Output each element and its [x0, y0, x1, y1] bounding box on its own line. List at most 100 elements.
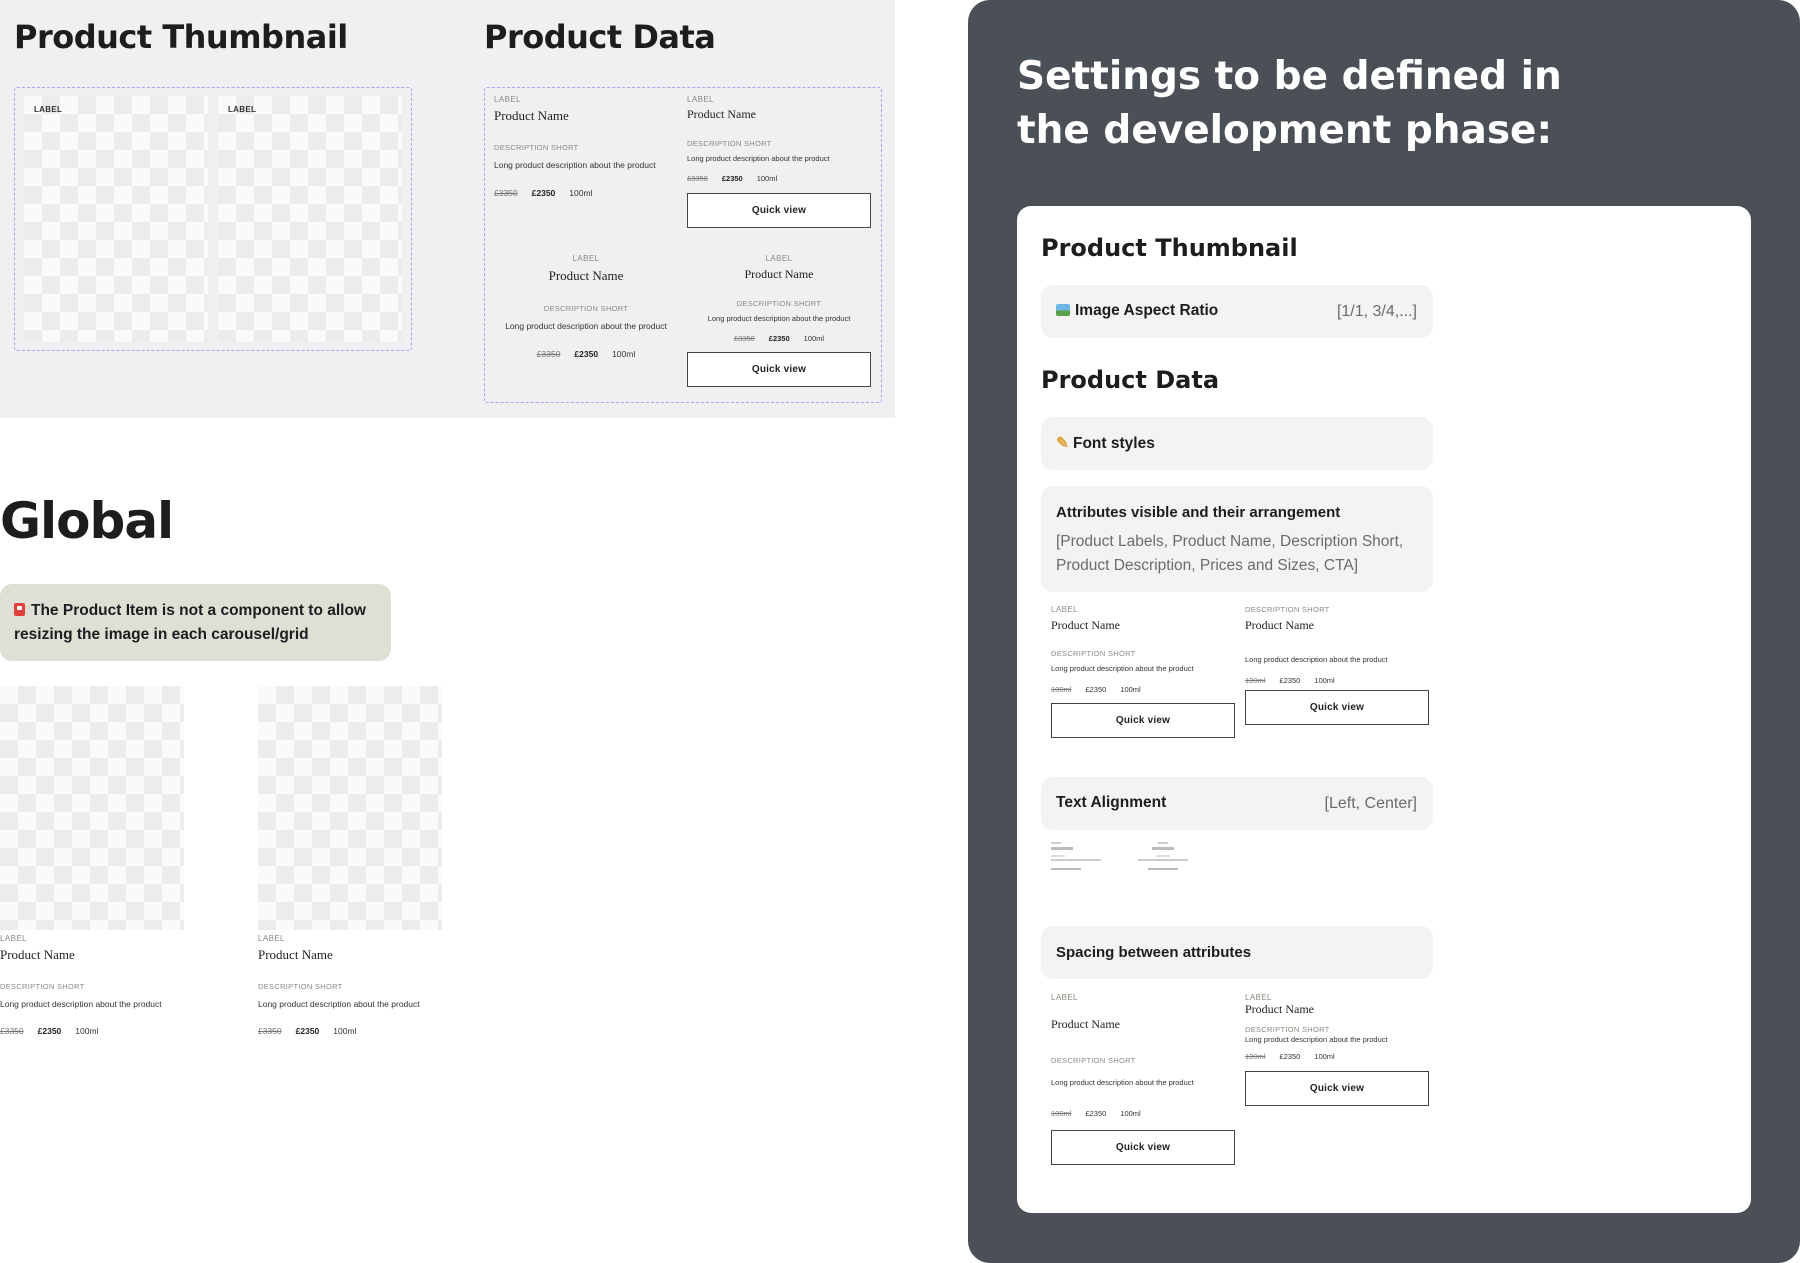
- quick-view-button[interactable]: Quick view: [1051, 703, 1235, 738]
- aspect-ratio-setting[interactable]: Image Aspect Ratio [1/1, 3/4,...]: [1041, 285, 1433, 338]
- settings-thumbnail-heading: Product Thumbnail: [1041, 234, 1298, 262]
- description-short: DESCRIPTION SHORT: [494, 143, 579, 152]
- size: 100ml: [803, 334, 825, 343]
- product-thumbnail-heading: Product Thumbnail: [14, 18, 348, 56]
- size: 100ml: [1314, 1052, 1335, 1061]
- thumbnail-image: LABEL: [218, 96, 402, 342]
- product-label: LABEL: [0, 934, 27, 943]
- old-price: £3350: [0, 1026, 24, 1036]
- product-card: DESCRIPTION SHORT Product Name Long prod…: [1245, 605, 1429, 685]
- price-row: 100ml £2350 100ml: [1245, 676, 1429, 685]
- new-price: £2350: [1085, 685, 1107, 694]
- spacing-setting[interactable]: Spacing between attributes: [1041, 926, 1433, 979]
- thumbnail-label: LABEL: [228, 105, 257, 114]
- aspect-ratio-value: [1/1, 3/4,...]: [1336, 303, 1417, 320]
- product-name: Product Name: [1245, 618, 1314, 632]
- new-price: £2350: [1279, 676, 1301, 685]
- new-price: £2350: [37, 1026, 62, 1036]
- alignment-preview-center: [1130, 842, 1196, 876]
- size: 100ml: [1120, 685, 1141, 694]
- product-data-heading: Product Data: [484, 18, 716, 56]
- thumbnail-label: LABEL: [34, 105, 63, 114]
- description-short: DESCRIPTION SHORT: [1051, 1056, 1136, 1065]
- price-row: £3350 £2350 100ml: [494, 188, 674, 198]
- size: 100ml: [756, 174, 778, 183]
- quick-view-button[interactable]: Quick view: [1051, 1130, 1235, 1165]
- price-row: 100ml £2350 100ml: [1051, 1109, 1235, 1118]
- new-price: £2350: [295, 1026, 320, 1036]
- price-row: £3350 £2350 100ml: [258, 1026, 458, 1036]
- product-card: LABEL Product Name DESCRIPTION SHORT Lon…: [0, 934, 200, 1036]
- price-row: £3350 £2350 100ml: [687, 334, 871, 343]
- new-price: £2350: [768, 334, 790, 343]
- old-size: 100ml: [1051, 1109, 1072, 1118]
- old-price: £3350: [687, 174, 708, 183]
- product-name: Product Name: [687, 107, 756, 121]
- global-heading: Global: [0, 492, 174, 550]
- price-row: 100ml £2350 100ml: [1245, 1052, 1429, 1061]
- size: 100ml: [333, 1026, 357, 1036]
- quick-view-button[interactable]: Quick view: [687, 193, 871, 228]
- description-long: Long product description about the produ…: [1051, 664, 1194, 673]
- attributes-label: Attributes visible and their arrangement: [1056, 504, 1341, 521]
- global-note: The Product Item is not a component to a…: [0, 584, 391, 661]
- old-size: 100ml: [1051, 685, 1072, 694]
- alignment-preview-left: [1051, 842, 1117, 876]
- price-row: £3350 £2350 100ml: [494, 349, 678, 359]
- product-label: LABEL: [494, 95, 521, 104]
- size: 100ml: [612, 349, 636, 359]
- description-long: Long product description about the produ…: [1245, 1035, 1388, 1044]
- product-card: LABEL Product Name DESCRIPTION SHORT Lon…: [494, 95, 674, 198]
- size: 100ml: [75, 1026, 99, 1036]
- old-size: 100ml: [1245, 1052, 1266, 1061]
- text-alignment-label: Text Alignment: [1056, 794, 1167, 811]
- quick-view-button[interactable]: Quick view: [1245, 1071, 1429, 1106]
- product-label: LABEL: [687, 95, 714, 104]
- description-long: Long product description about the produ…: [0, 999, 162, 1009]
- description-long: Long product description about the produ…: [1245, 655, 1388, 664]
- old-price: £3350: [494, 188, 518, 198]
- description-long: Long product description about the produ…: [1051, 1078, 1194, 1087]
- product-image: [258, 686, 442, 930]
- font-styles-setting[interactable]: ✎ Font styles: [1041, 417, 1433, 470]
- product-name: Product Name: [744, 267, 814, 281]
- attributes-value: [Product Labels, Product Name, Descripti…: [1056, 533, 1404, 574]
- text-alignment-value: [Left, Center]: [1324, 795, 1418, 812]
- product-name: Product Name: [0, 947, 75, 962]
- thumbnail-image: LABEL: [24, 96, 208, 342]
- new-price: £2350: [531, 188, 556, 198]
- description-short: DESCRIPTION SHORT: [736, 299, 822, 308]
- new-price: £2350: [1279, 1052, 1301, 1061]
- price-row: £3350 £2350 100ml: [0, 1026, 200, 1036]
- product-name: Product Name: [1051, 1017, 1120, 1031]
- description-short: DESCRIPTION SHORT: [1245, 605, 1330, 614]
- old-price: £3350: [536, 349, 561, 359]
- product-card: LABEL Product Name DESCRIPTION SHORT Lon…: [258, 934, 458, 1036]
- font-styles-label: Font styles: [1073, 435, 1155, 452]
- new-price: £2350: [721, 174, 743, 183]
- product-label: LABEL: [1245, 993, 1272, 1002]
- attributes-setting[interactable]: Attributes visible and their arrangement…: [1041, 486, 1433, 592]
- description-long: Long product description about the produ…: [494, 160, 656, 170]
- product-card: LABEL Product Name DESCRIPTION SHORT Lon…: [494, 254, 678, 359]
- price-row: 100ml £2350 100ml: [1051, 685, 1235, 694]
- product-label: LABEL: [258, 934, 285, 943]
- description-long: Long product description about the produ…: [687, 154, 830, 163]
- picture-icon: [1056, 304, 1070, 316]
- product-name: Product Name: [1051, 618, 1120, 632]
- aspect-ratio-label: Image Aspect Ratio: [1075, 302, 1219, 319]
- quick-view-button[interactable]: Quick view: [687, 352, 871, 387]
- description-long: Long product description about the produ…: [707, 314, 851, 323]
- description-long: Long product description about the produ…: [505, 321, 667, 331]
- product-label: LABEL: [765, 254, 793, 263]
- product-label: LABEL: [1051, 993, 1078, 1002]
- quick-view-button[interactable]: Quick view: [1245, 690, 1429, 725]
- product-card: LABEL Product Name DESCRIPTION SHORT Lon…: [687, 254, 871, 343]
- new-price: £2350: [574, 349, 599, 359]
- product-label: LABEL: [572, 254, 600, 263]
- old-price: £3350: [258, 1026, 282, 1036]
- size: 100ml: [569, 188, 593, 198]
- product-card: LABEL Product Name DESCRIPTION SHORT Lon…: [1245, 993, 1429, 1061]
- text-alignment-setting[interactable]: Text Alignment [Left, Center]: [1041, 777, 1433, 830]
- product-name: Product Name: [548, 268, 624, 283]
